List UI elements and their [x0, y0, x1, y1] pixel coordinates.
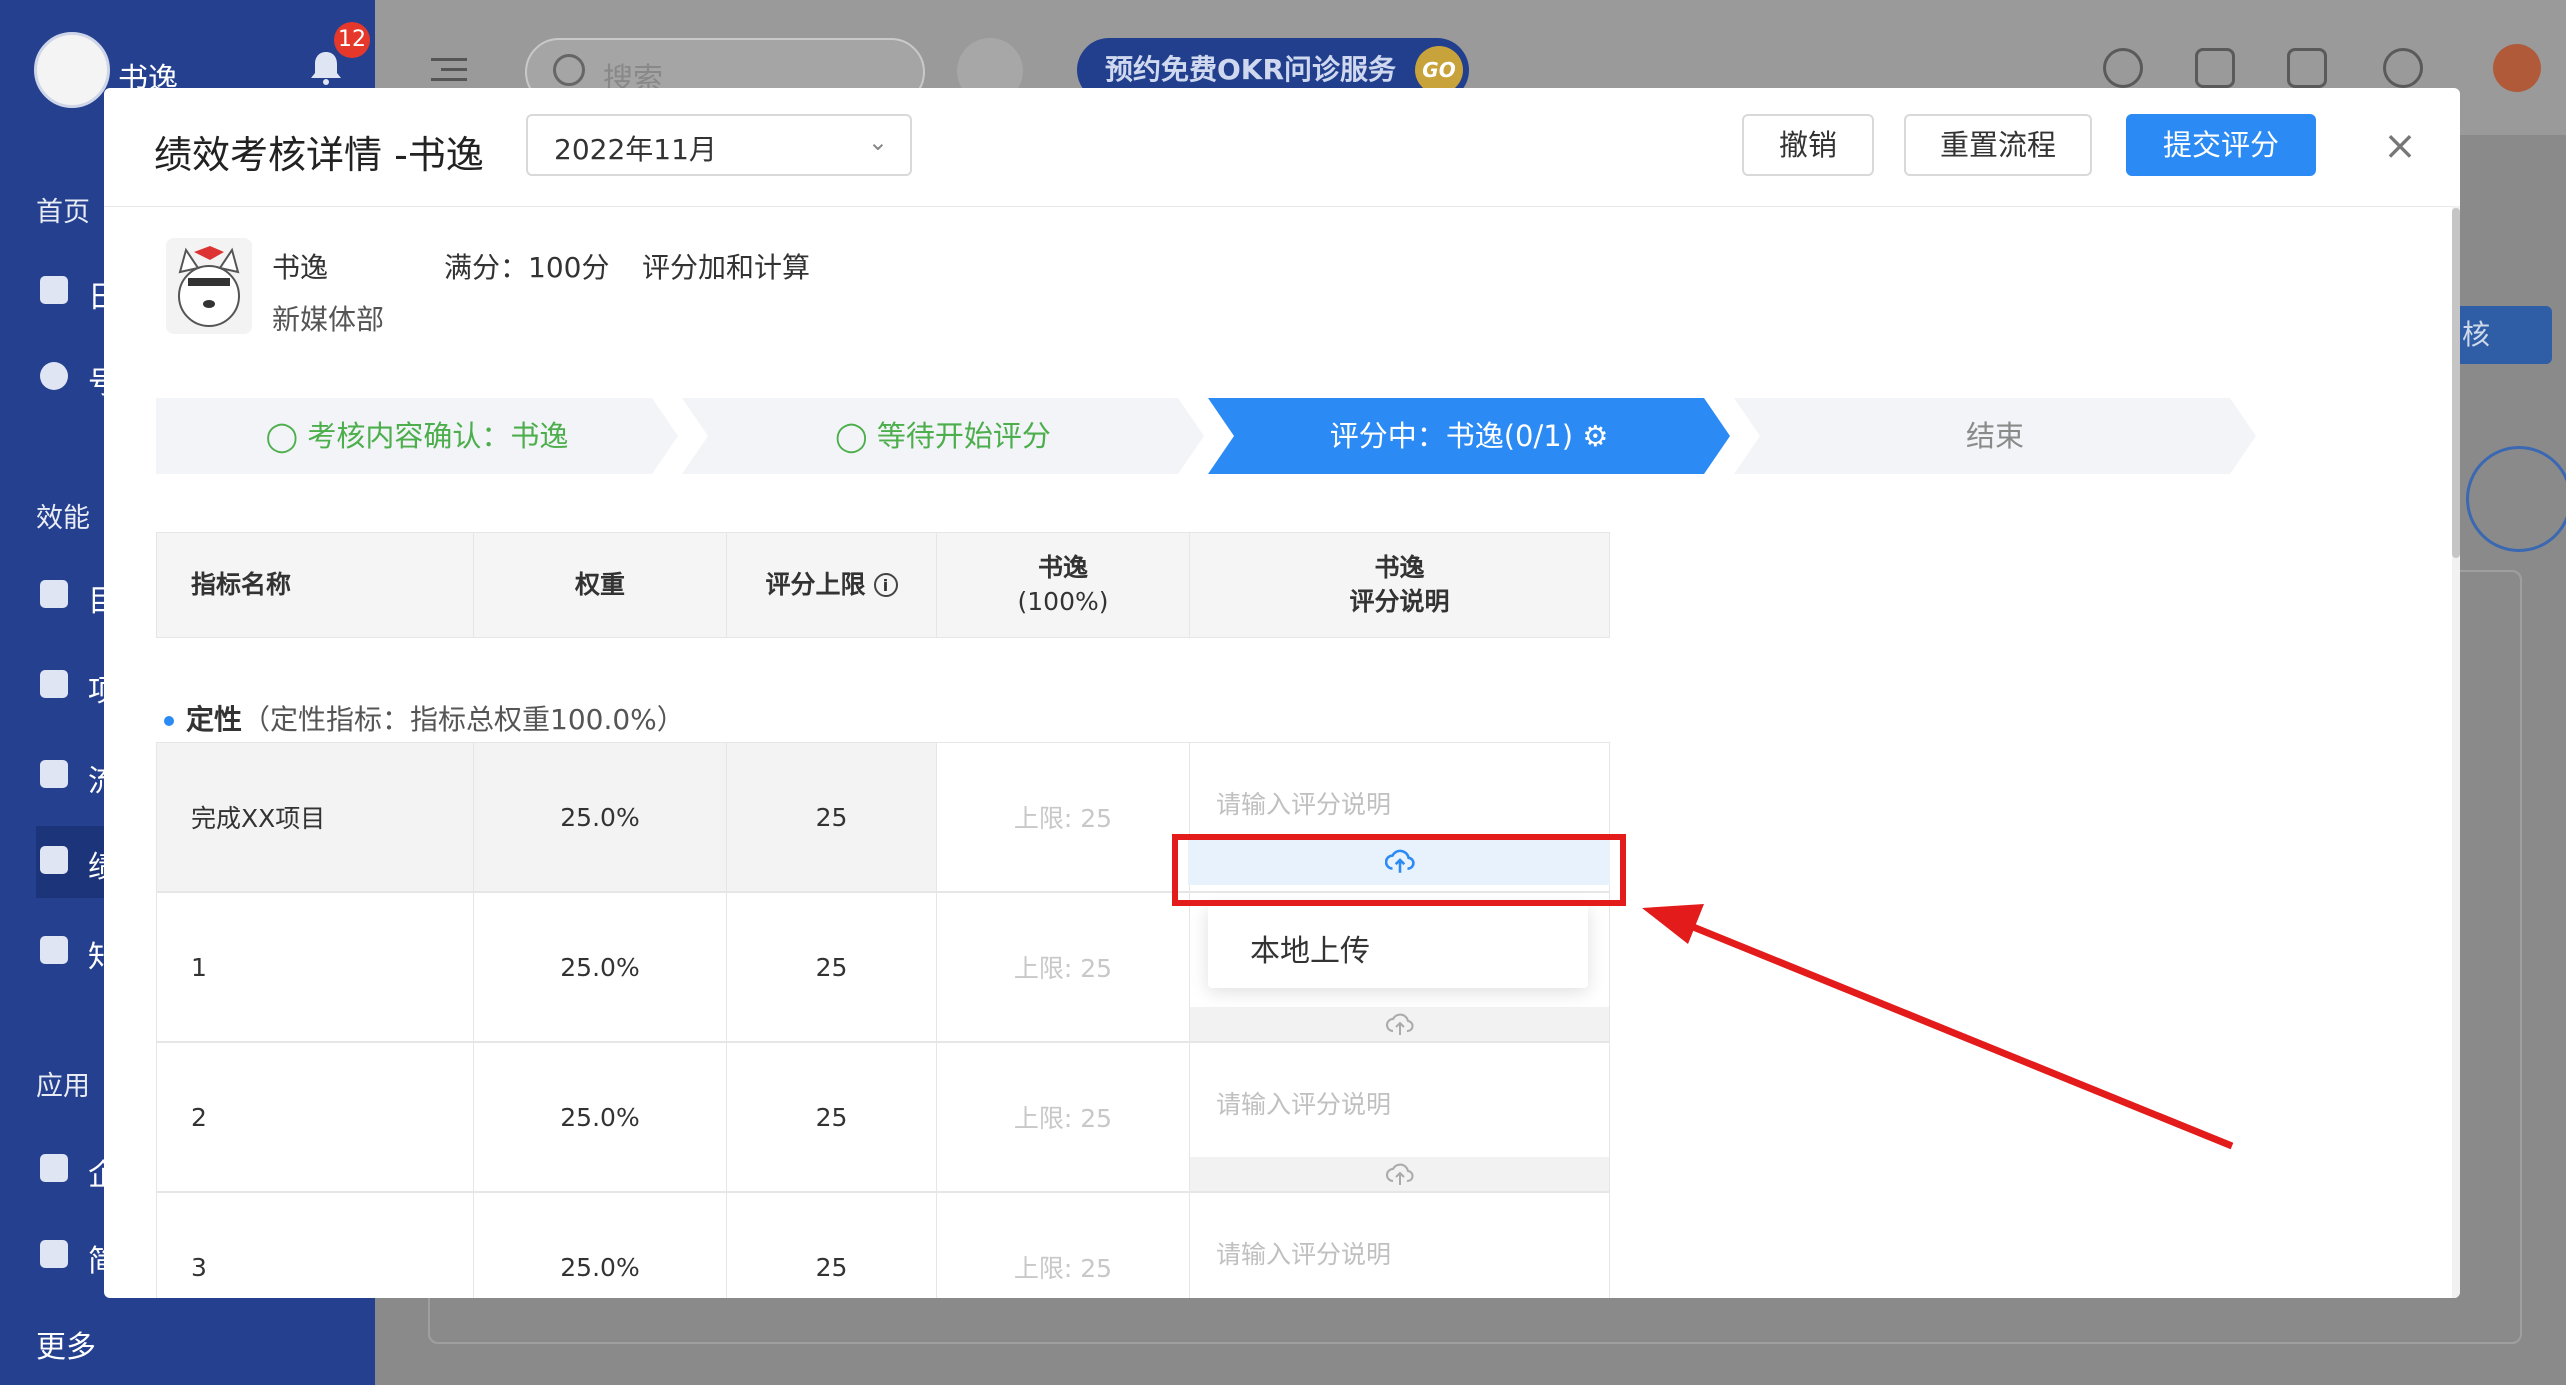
annotation-arrow-icon	[1642, 904, 2234, 1150]
